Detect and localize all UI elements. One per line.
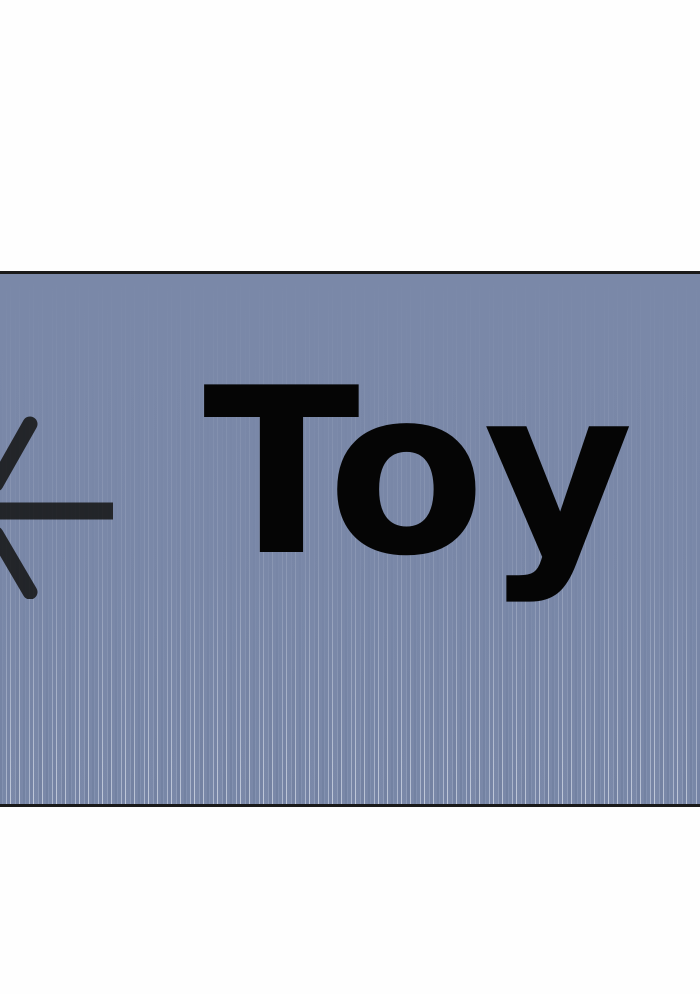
comic-page: Toy	[0, 0, 700, 994]
comic-panel: Toy	[0, 271, 700, 807]
panel-text: Toy	[203, 340, 633, 607]
arrow-left-icon	[0, 416, 113, 599]
